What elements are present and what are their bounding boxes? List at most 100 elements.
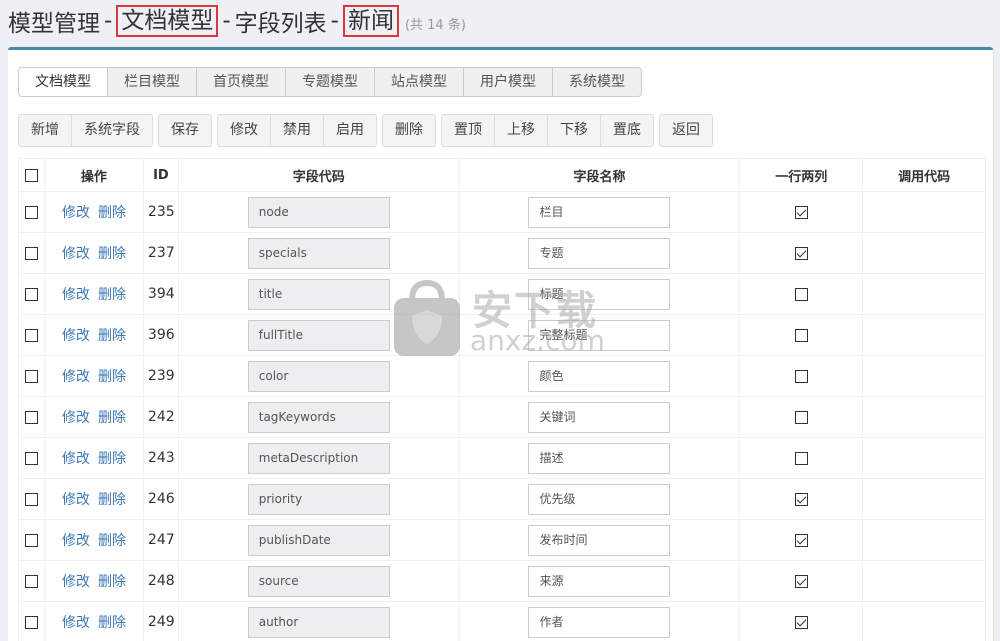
field-name-input[interactable]: 栏目	[528, 196, 671, 228]
tab-document-model[interactable]: 文档模型	[18, 67, 108, 97]
row-checkbox[interactable]	[24, 533, 38, 547]
row-edit-link[interactable]: 修改	[62, 492, 90, 508]
row-edit-link[interactable]: 修改	[62, 410, 90, 426]
field-code-input[interactable]: author	[247, 606, 390, 638]
field-name-input[interactable]: 颜色	[528, 360, 671, 392]
field-code-input[interactable]: title	[247, 278, 390, 310]
row-checkbox[interactable]	[24, 205, 38, 219]
row-checkbox[interactable]	[24, 246, 38, 260]
two-columns-checkbox[interactable]	[794, 205, 808, 219]
row-operations: 修改 删除	[43, 396, 144, 438]
move-bottom-button[interactable]: 置底	[601, 114, 654, 147]
row-delete-link[interactable]: 删除	[98, 451, 126, 467]
select-all-checkbox[interactable]	[24, 168, 38, 182]
row-code-cell: node	[177, 191, 460, 233]
field-code-input[interactable]: node	[247, 196, 390, 228]
row-edit-link[interactable]: 修改	[62, 205, 90, 221]
row-checkbox[interactable]	[24, 369, 38, 383]
row-operations: 修改 删除	[43, 355, 144, 397]
row-delete-link[interactable]: 删除	[98, 492, 126, 508]
two-columns-checkbox[interactable]	[794, 369, 808, 383]
row-checkbox[interactable]	[24, 410, 38, 424]
two-columns-checkbox[interactable]	[794, 246, 808, 260]
two-columns-checkbox[interactable]	[794, 451, 808, 465]
tab-system-model[interactable]: 系统模型	[553, 67, 642, 97]
row-edit-link[interactable]: 修改	[62, 533, 90, 549]
header-id: ID	[142, 158, 179, 192]
disable-button[interactable]: 禁用	[271, 114, 324, 147]
field-code-input[interactable]: priority	[247, 483, 390, 515]
field-code-input[interactable]: fullTitle	[247, 319, 390, 351]
row-checkbox[interactable]	[24, 615, 38, 629]
two-columns-checkbox[interactable]	[794, 287, 808, 301]
move-up-button[interactable]: 上移	[495, 114, 548, 147]
row-edit-link[interactable]: 修改	[62, 246, 90, 262]
row-edit-link[interactable]: 修改	[62, 287, 90, 303]
field-code-input[interactable]: publishDate	[247, 524, 390, 556]
save-button[interactable]: 保存	[158, 114, 212, 147]
row-name-cell: 发布时间	[458, 519, 741, 561]
field-name-input[interactable]: 完整标题	[528, 319, 671, 351]
row-id: 235	[142, 191, 179, 233]
row-operations: 修改 删除	[43, 191, 144, 233]
row-select-cell	[18, 437, 45, 479]
field-code-input[interactable]: source	[247, 565, 390, 597]
field-code-input[interactable]: color	[247, 360, 390, 392]
field-name-input[interactable]: 发布时间	[528, 524, 671, 556]
two-columns-checkbox[interactable]	[794, 410, 808, 424]
edit-button[interactable]: 修改	[217, 114, 271, 147]
move-down-button[interactable]: 下移	[548, 114, 601, 147]
row-delete-link[interactable]: 删除	[98, 410, 126, 426]
row-delete-link[interactable]: 删除	[98, 246, 126, 262]
row-checkbox[interactable]	[24, 451, 38, 465]
row-delete-link[interactable]: 删除	[98, 205, 126, 221]
header-field-name: 字段名称	[458, 158, 741, 192]
two-columns-checkbox[interactable]	[794, 328, 808, 342]
two-columns-checkbox[interactable]	[794, 574, 808, 588]
field-code-input[interactable]: specials	[247, 237, 390, 269]
row-checkbox[interactable]	[24, 328, 38, 342]
edit-group: 修改 禁用 启用	[217, 114, 377, 147]
row-delete-link[interactable]: 删除	[98, 574, 126, 590]
row-delete-link[interactable]: 删除	[98, 287, 126, 303]
two-columns-checkbox[interactable]	[794, 492, 808, 506]
field-code-input[interactable]: tagKeywords	[247, 401, 390, 433]
field-name-input[interactable]: 描述	[528, 442, 671, 474]
add-button[interactable]: 新增	[18, 114, 72, 147]
move-top-button[interactable]: 置顶	[441, 114, 495, 147]
back-button[interactable]: 返回	[659, 114, 713, 147]
row-edit-link[interactable]: 修改	[62, 369, 90, 385]
row-delete-link[interactable]: 删除	[98, 533, 126, 549]
tab-home-model[interactable]: 首页模型	[197, 67, 286, 97]
row-delete-link[interactable]: 删除	[98, 328, 126, 344]
row-select-cell	[18, 519, 45, 561]
row-checkbox[interactable]	[24, 574, 38, 588]
two-columns-checkbox[interactable]	[794, 615, 808, 629]
row-code-cell: metaDescription	[177, 437, 460, 479]
tab-site-model[interactable]: 站点模型	[375, 67, 464, 97]
field-code-input[interactable]: metaDescription	[247, 442, 390, 474]
tab-column-model[interactable]: 栏目模型	[108, 67, 197, 97]
field-name-input[interactable]: 作者	[528, 606, 671, 638]
tab-special-model[interactable]: 专题模型	[286, 67, 375, 97]
row-edit-link[interactable]: 修改	[62, 615, 90, 631]
field-name-input[interactable]: 专题	[528, 237, 671, 269]
delete-button[interactable]: 删除	[382, 114, 436, 147]
row-delete-link[interactable]: 删除	[98, 615, 126, 631]
row-call-code-cell	[862, 191, 986, 233]
row-delete-link[interactable]: 删除	[98, 369, 126, 385]
field-name-input[interactable]: 来源	[528, 565, 671, 597]
row-checkbox[interactable]	[24, 492, 38, 506]
two-columns-checkbox[interactable]	[794, 533, 808, 547]
row-call-code-cell	[862, 273, 986, 315]
field-name-input[interactable]: 关键词	[528, 401, 671, 433]
row-edit-link[interactable]: 修改	[62, 574, 90, 590]
row-edit-link[interactable]: 修改	[62, 328, 90, 344]
tab-user-model[interactable]: 用户模型	[464, 67, 553, 97]
field-name-input[interactable]: 标题	[528, 278, 671, 310]
enable-button[interactable]: 启用	[324, 114, 377, 147]
row-edit-link[interactable]: 修改	[62, 451, 90, 467]
field-name-input[interactable]: 优先级	[528, 483, 671, 515]
row-checkbox[interactable]	[24, 287, 38, 301]
system-fields-button[interactable]: 系统字段	[72, 114, 153, 147]
